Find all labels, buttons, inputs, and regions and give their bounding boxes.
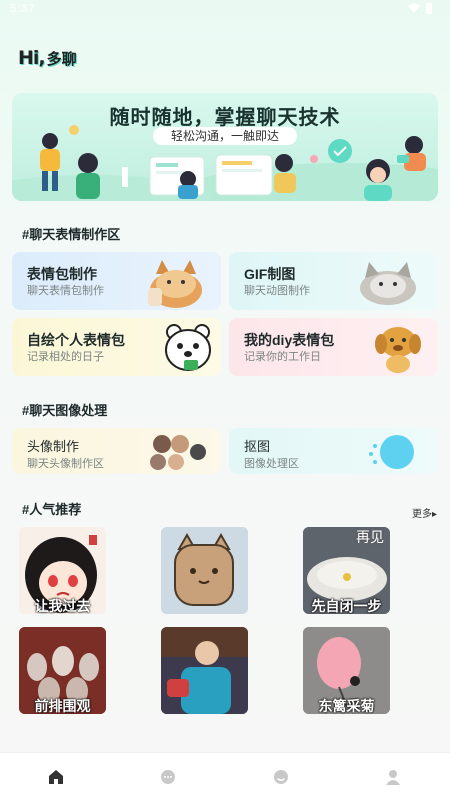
cutout-bubble-icon [369,435,414,469]
card-subtitle: 图像处理区 [244,458,299,470]
popular-item[interactable]: 前排围观 [19,627,106,714]
banner-subtitle: 轻松沟通，一触即达 [153,127,297,145]
more-link[interactable]: 更多▸ [412,505,437,520]
section-title-emoji: #聊天表情制作区 [22,227,121,242]
card-avatar-maker[interactable]: 头像制作 聊天头像制作区 [12,428,221,474]
card-title: 表情包制作 [27,266,97,282]
card-subtitle: 聊天表情包制作 [27,285,104,297]
bear-sticker-image [165,324,211,371]
card-sticker-maker[interactable]: 表情包制作 聊天表情包制作 [12,252,221,310]
popular-caption: 先自闭一步 [311,598,382,614]
card-title: GIF制图 [244,266,296,282]
cat-thumbsup-image [148,260,202,308]
cartoon-cat-image [161,527,248,614]
popular-item[interactable]: 让我过去 [19,527,106,614]
popular-caption: 东篱采菊 [318,698,375,714]
app-logo: Hi, 多聊 [18,46,77,70]
battery-icon [426,3,432,14]
popular-item[interactable]: 东篱采菊 [303,627,390,714]
card-custom-sticker[interactable]: 自绘个人表情包 记录相处的日子 [12,318,221,376]
man-photo-image [161,627,248,714]
status-time: 5:37 [10,3,36,15]
cat-gif-image [360,262,416,305]
popular-caption-top: 再见 [356,529,384,545]
card-cutout[interactable]: 抠图 图像处理区 [229,428,438,474]
logo-name: 多聊 [46,50,77,68]
card-title: 头像制作 [27,439,80,454]
avatar-collage-image [150,435,206,470]
popular-item[interactable] [161,627,248,714]
dog-sticker-image [375,327,421,373]
popular-item[interactable] [161,527,248,614]
bottom-tab-bar [0,752,450,801]
card-subtitle: 记录你的工作日 [244,351,321,363]
card-title: 自绘个人表情包 [27,332,125,348]
home-icon[interactable] [48,769,64,785]
profile-icon[interactable] [385,769,401,785]
card-subtitle: 聊天头像制作区 [27,458,104,470]
card-title: 抠图 [244,439,271,454]
section-title-image: #聊天图像处理 [22,403,108,418]
popular-item[interactable]: 再见 先自闭一步 [303,527,390,614]
hero-banner[interactable]: 随时随地，掌握聊天技术 轻松沟通，一触即达 [12,93,438,201]
popular-caption: 前排围观 [34,698,91,714]
chat-icon[interactable] [160,769,176,785]
popular-caption: 让我过去 [34,598,91,614]
card-subtitle: 聊天动图制作 [244,285,310,297]
section-title-popular: #人气推荐 [22,502,82,517]
status-bar: 5:37 [0,0,450,20]
emoji-icon[interactable] [273,769,289,785]
card-gif-maker[interactable]: GIF制图 聊天动图制作 [229,252,438,310]
card-title: 我的diy表情包 [244,332,335,348]
card-my-diy-sticker[interactable]: 我的diy表情包 记录你的工作日 [229,318,438,376]
logo-hi: Hi, [18,47,46,69]
banner-title: 随时随地，掌握聊天技术 [109,107,341,129]
wifi-icon [408,3,420,13]
card-subtitle: 记录相处的日子 [27,351,104,363]
